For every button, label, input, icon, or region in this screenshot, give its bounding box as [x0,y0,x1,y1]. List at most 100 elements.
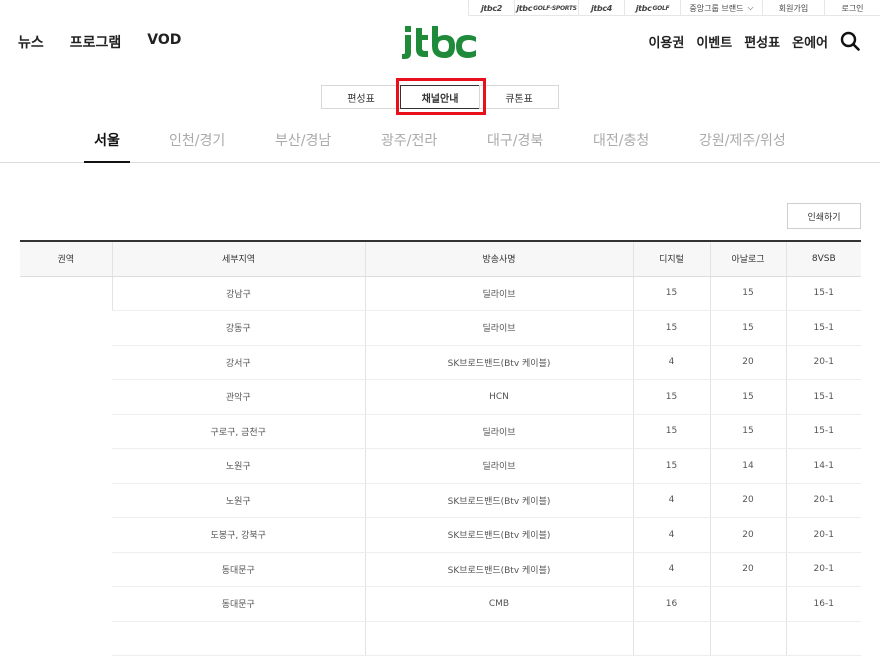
table-row: 동대문구 SK브로드밴드(Btv 케이블) 4 20 20-1 [20,552,861,587]
vsb-cell: 20-1 [785,552,861,587]
chevron-down-icon: ⌵ [747,3,754,12]
region-tab-incheon-gyeonggi[interactable]: 인천/경기 [169,130,225,163]
table-row: 강남구 딜라이브 15 15 15-1 [20,276,861,311]
analog-cell: 15 [709,276,786,311]
analog-cell: 20 [709,552,786,587]
region-tab-seoul[interactable]: 서울 [84,130,130,163]
nav-events[interactable]: 이벤트 [696,32,732,51]
analog-cell [709,586,786,622]
site-header: 뉴스 프로그램 VOD 이용권 이벤트 편성표 온에어 [0,16,880,76]
top-utility-bar: jtbc2 jtbc GOLF·SPORTS jtbc4 jtbc GOLF 중앙그… [468,0,880,16]
topbar-link-jtbc-sports[interactable]: jtbc GOLF·SPORTS [514,0,578,16]
vsb-cell: 15-1 [785,276,861,311]
subregion-cell: 강남구 [111,276,365,311]
topbar-link-label: 회원가입 [778,3,809,13]
digital-cell: 4 [632,552,710,587]
print-button[interactable]: 인쇄하기 [787,203,861,229]
broadcaster-cell: SK브로드밴드(Btv 케이블) [364,517,633,553]
topbar-link-jtbc4[interactable]: jtbc4 [578,0,624,16]
subregion-cell: 도봉구, 강북구 [112,517,365,553]
broadcaster-cell: 딜라이브 [364,414,633,449]
digital-cell [632,621,710,656]
column-header-digital: 디지털 [632,240,710,277]
table-row: 동대문구 CMB 16 16-1 [20,586,861,622]
region-tab-gwangju-jeolla[interactable]: 광주/전라 [381,130,437,163]
table-row: 관악구 HCN 15 15 15-1 [20,379,861,415]
topbar-link-jtbc2[interactable]: jtbc2 [468,0,514,16]
nav-subscription[interactable]: 이용권 [648,32,684,51]
topbar-link-sup: GOLF [652,4,670,12]
region-tab-busan-gyeongnam[interactable]: 부산/경남 [275,130,331,163]
region-tab-daejeon-chungcheong[interactable]: 대전/충청 [593,130,649,163]
digital-cell: 4 [632,345,710,380]
analog-cell: 20 [709,483,786,518]
jtbc-logo[interactable] [400,20,480,62]
nav-programs[interactable]: 프로그램 [70,32,122,52]
main-nav: 뉴스 프로그램 VOD [18,32,181,52]
nav-onair[interactable]: 온에어 [792,32,828,51]
digital-cell: 15 [632,448,710,484]
nav-vod[interactable]: VOD [147,32,181,52]
analog-cell: 15 [709,379,786,415]
search-icon[interactable] [840,31,860,51]
channel-table-body: 강남구 딜라이브 15 15 15-1 강동구 딜라이브 15 15 15-1 강서구 SK브로드밴드… [20,276,861,656]
subregion-cell: 강동구 [112,310,365,346]
broadcaster-cell: SK브로드밴드(Btv 케이블) [364,345,633,380]
table-row: 강동구 딜라이브 15 15 15-1 [20,310,861,346]
region-tab-gangwon-jeju-satellite[interactable]: 강원/제주/위성 [699,130,786,163]
column-header-broadcaster: 방송사명 [364,240,633,277]
vsb-cell: 14-1 [785,448,861,484]
table-row: 구로구, 금천구 딜라이브 15 15 15-1 [20,414,861,449]
digital-cell: 15 [632,310,710,346]
nav-schedule[interactable]: 편성표 [744,32,780,51]
vsb-cell: 16-1 [785,586,861,622]
vsb-cell: 15-1 [785,379,861,415]
subregion-cell: 동대문구 [112,552,365,587]
subregion-cell [112,621,365,656]
topbar-signup-link[interactable]: 회원가입 [762,0,824,16]
topbar-link-label: 로그인 [841,3,864,13]
broadcaster-cell: SK브로드밴드(Btv 케이블) [364,552,633,587]
subregion-cell: 관악구 [112,379,365,415]
tab-schedule[interactable]: 편성표 [321,85,401,109]
analog-cell [709,621,786,656]
topbar-link-label: 중앙그룹 브랜드 [689,3,744,13]
analog-cell: 15 [709,310,786,346]
region-tabs: 서울 인천/경기 부산/경남 광주/전라 대구/경북 대전/충청 강원/제주/위… [0,130,880,163]
digital-cell: 4 [632,483,710,518]
column-header-analog: 아날로그 [709,240,786,277]
subregion-cell: 강서구 [112,345,365,380]
vsb-cell: 20-1 [785,517,861,553]
table-header-row: 권역 세부지역 방송사명 디지털 아날로그 8VSB [20,240,861,277]
vsb-cell: 20-1 [785,483,861,518]
vsb-cell: 20-1 [785,345,861,380]
topbar-link-label: jtbc [635,3,652,13]
table-row [20,621,861,656]
digital-cell: 15 [632,276,710,311]
nav-news[interactable]: 뉴스 [18,32,44,52]
digital-cell: 15 [632,379,710,415]
broadcaster-cell: 딜라이브 [364,448,633,484]
table-row: 도봉구, 강북구 SK브로드밴드(Btv 케이블) 4 20 20-1 [20,517,861,553]
utility-nav: 이용권 이벤트 편성표 온에어 [648,32,828,51]
vsb-cell [785,621,861,656]
digital-cell: 4 [632,517,710,553]
table-row: 강서구 SK브로드밴드(Btv 케이블) 4 20 20-1 [20,345,861,380]
topbar-link-label: jtbc4 [590,3,613,13]
broadcaster-cell: CMB [364,586,633,622]
topbar-link-label: jtbc [516,3,533,13]
topbar-joongang-brands[interactable]: 중앙그룹 브랜드 ⌵ [680,0,762,16]
analog-cell: 20 [709,345,786,380]
subregion-cell: 구로구, 금천구 [112,414,365,449]
channel-table: 권역 세부지역 방송사명 디지털 아날로그 8VSB 강남구 딜라이브 15 15 15… [20,240,861,656]
region-tab-daegu-gyeongbuk[interactable]: 대구/경북 [487,130,543,163]
tab-cue-tone[interactable]: 큐톤표 [479,85,559,109]
subregion-cell: 노원구 [112,448,365,484]
region-cell [20,276,112,656]
analog-cell: 20 [709,517,786,553]
broadcaster-cell: SK브로드밴드(Btv 케이블) [364,483,633,518]
topbar-link-jtbc-golf[interactable]: jtbc GOLF [624,0,680,16]
digital-cell: 16 [632,586,710,622]
column-header-subregion: 세부지역 [111,240,365,277]
topbar-login-link[interactable]: 로그인 [824,0,880,16]
